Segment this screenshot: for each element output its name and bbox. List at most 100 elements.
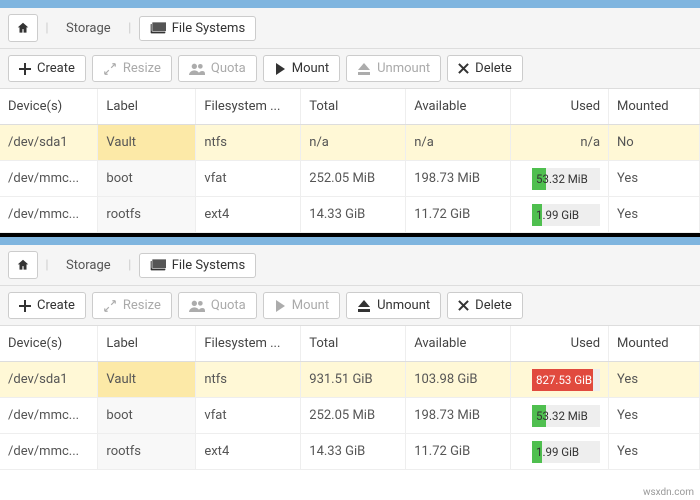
breadcrumb: | Storage | File Systems [0,8,700,49]
play-icon [274,300,286,312]
unmount-button[interactable]: Unmount [346,292,441,319]
resize-icon [103,62,117,76]
quota-button: Quota [178,292,257,319]
usage-text: 1.99 GiB [536,441,596,463]
cell-device: /dev/mmc... [0,197,98,233]
breadcrumb: | Storage | File Systems [0,245,700,286]
cell-available: 198.73 MiB [406,161,511,197]
accent-bar [0,0,700,8]
filesystem-table: Device(s) Label Filesystem ... Total Ava… [0,89,700,233]
delete-button[interactable]: Delete [447,55,523,82]
cell-fs: ext4 [196,434,301,470]
col-available[interactable]: Available [406,326,511,362]
table-row[interactable]: /dev/mmc...rootfsext414.33 GiB11.72 GiB 1… [0,197,700,233]
home-icon [16,258,30,272]
breadcrumb-storage[interactable]: Storage [56,252,121,279]
btn-label: Resize [123,298,161,313]
cell-total: 14.33 GiB [301,197,406,233]
col-devices[interactable]: Device(s) [0,89,98,125]
btn-label: Create [37,61,75,76]
mount-button: Mount [263,292,340,319]
cell-device: /dev/mmc... [0,161,98,197]
cell-mounted: Yes [609,398,700,434]
plus-icon [19,300,31,312]
panel-top: | Storage | File Systems Create Resize Q… [0,0,700,233]
table-row[interactable]: /dev/mmc...bootvfat252.05 MiB198.73 MiB5… [0,161,700,197]
x-icon [458,63,469,74]
table-row[interactable]: /dev/sda1Vaultntfsn/an/an/aNo [0,125,700,161]
cell-device: /dev/sda1 [0,362,98,398]
table-row[interactable]: /dev/sda1Vaultntfs931.51 GiB103.98 GiB82… [0,362,700,398]
col-used[interactable]: Used [511,326,609,362]
usage-bar: 827.53 GiB [532,369,600,391]
cell-device: /dev/mmc... [0,434,98,470]
delete-button[interactable]: Delete [447,292,523,319]
cell-used: 1.99 GiB [511,197,609,233]
col-available[interactable]: Available [406,89,511,125]
col-total[interactable]: Total [301,326,406,362]
cell-used: n/a [511,125,609,161]
home-button[interactable] [8,251,38,279]
filesystems-icon [150,259,166,271]
cell-label: rootfs [98,434,196,470]
usage-text: 53.32 MiB [536,168,596,190]
col-devices[interactable]: Device(s) [0,326,98,362]
col-mounted[interactable]: Mounted [609,326,700,362]
table-row[interactable]: /dev/mmc...rootfsext414.33 GiB11.72 GiB1… [0,434,700,470]
resize-button: Resize [92,55,172,82]
cell-total: 931.51 GiB [301,362,406,398]
unmount-button: Unmount [346,55,441,82]
toolbar: Create Resize Quota Mount Unmount Delete [0,49,700,89]
col-fs[interactable]: Filesystem ... [196,326,301,362]
cell-used: 53.32 MiB [511,398,609,434]
btn-label: Resize [123,61,161,76]
col-mounted[interactable]: Mounted [609,89,700,125]
users-icon [189,300,205,312]
cell-fs: ext4 [196,197,301,233]
panel-bottom: | Storage | File Systems Create Resize Q… [0,237,700,470]
col-fs[interactable]: Filesystem ... [196,89,301,125]
btn-label: Delete [475,61,512,76]
toolbar: Create Resize Quota Mount Unmount Delete [0,286,700,326]
breadcrumb-sep: | [127,21,133,36]
cell-total: 14.33 GiB [301,434,406,470]
col-label[interactable]: Label [98,326,196,362]
btn-label: Quota [211,298,246,313]
cell-label: Vault [98,362,196,398]
users-icon [189,63,205,75]
col-used[interactable]: Used [511,89,609,125]
plus-icon [19,63,31,75]
mount-button[interactable]: Mount [263,55,340,82]
cell-mounted: Yes [609,197,700,233]
breadcrumb-sep: | [127,258,133,273]
home-icon [16,21,30,35]
btn-label: Delete [475,298,512,313]
create-button[interactable]: Create [8,292,86,319]
cell-label: rootfs [98,197,196,233]
create-button[interactable]: Create [8,55,86,82]
col-total[interactable]: Total [301,89,406,125]
cell-available: n/a [406,125,511,161]
usage-bar: 53.32 MiB [532,405,600,427]
filesystems-icon [150,22,166,34]
cell-label: Vault [98,125,196,161]
home-button[interactable] [8,14,38,42]
cell-device: /dev/sda1 [0,125,98,161]
eject-icon [357,63,371,75]
col-label[interactable]: Label [98,89,196,125]
cell-label: boot [98,161,196,197]
resize-icon [103,299,117,313]
cell-available: 11.72 GiB [406,197,511,233]
x-icon [458,300,469,311]
breadcrumb-filesystems[interactable]: File Systems [139,253,256,278]
breadcrumb-label: File Systems [172,21,245,36]
table-header-row: Device(s) Label Filesystem ... Total Ava… [0,326,700,362]
breadcrumb-filesystems[interactable]: File Systems [139,16,256,41]
breadcrumb-sep: | [44,21,50,36]
breadcrumb-storage[interactable]: Storage [56,15,121,42]
usage-text: 827.53 GiB [536,369,596,391]
usage-text: 1.99 GiB [536,204,596,226]
table-row[interactable]: /dev/mmc...bootvfat252.05 MiB198.73 MiB5… [0,398,700,434]
cell-available: 198.73 MiB [406,398,511,434]
watermark: wsxdn.com [643,487,694,498]
